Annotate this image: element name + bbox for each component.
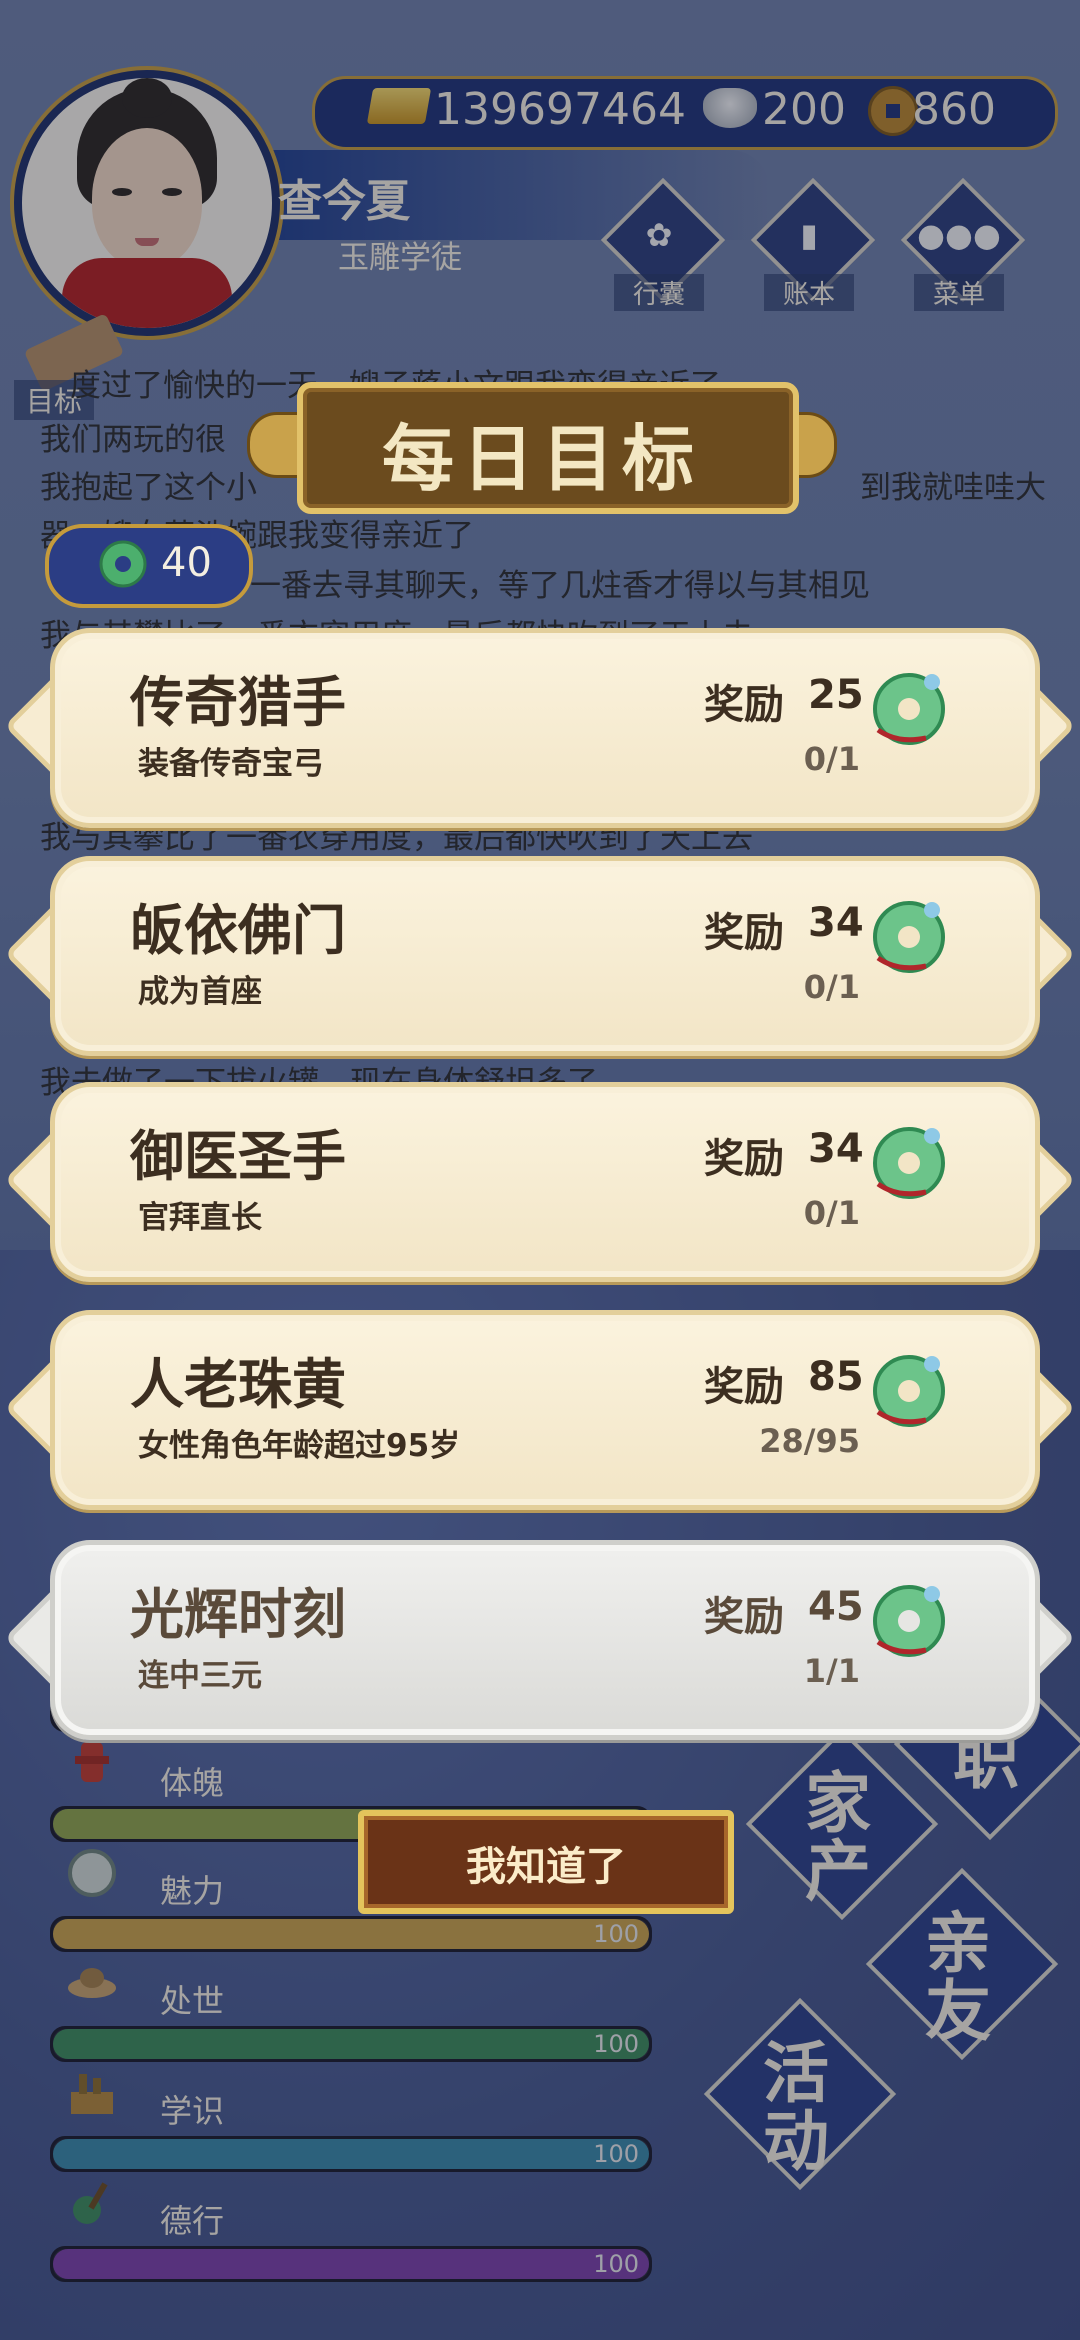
task-card[interactable]: 皈依佛门 成为首座 奖励 34 0/1 bbox=[4, 856, 1076, 1056]
jade-icon bbox=[873, 673, 945, 745]
reward-value: 34 bbox=[808, 1126, 864, 1172]
task-title: 光辉时刻 bbox=[130, 1583, 346, 1646]
task-progress: 0/1 bbox=[803, 1194, 860, 1232]
task-description: 连中三元 bbox=[138, 1658, 262, 1694]
task-progress: 28/95 bbox=[759, 1422, 860, 1460]
jade-icon bbox=[873, 1585, 945, 1657]
task-progress: 0/1 bbox=[803, 968, 860, 1006]
task-progress: 1/1 bbox=[803, 1652, 860, 1690]
reward-label: 奖励 bbox=[704, 1364, 784, 1410]
reward-value: 25 bbox=[808, 672, 864, 718]
reward-label: 奖励 bbox=[704, 1136, 784, 1182]
confirm-label: 我知道了 bbox=[466, 1844, 626, 1890]
jade-icon bbox=[873, 901, 945, 973]
task-description: 女性角色年龄超过95岁 bbox=[138, 1428, 461, 1464]
points-badge: 40 bbox=[45, 524, 253, 608]
dialog-title: 每日目标 bbox=[381, 417, 702, 501]
reward-value: 85 bbox=[808, 1354, 864, 1400]
jade-icon bbox=[99, 540, 147, 588]
task-title: 御医圣手 bbox=[130, 1125, 346, 1188]
task-card[interactable]: 传奇猎手 装备传奇宝弓 奖励 25 0/1 bbox=[4, 628, 1076, 828]
reward-label: 奖励 bbox=[704, 910, 784, 956]
task-title: 人老珠黄 bbox=[130, 1353, 346, 1416]
task-description: 官拜直长 bbox=[138, 1200, 262, 1236]
task-progress: 0/1 bbox=[803, 740, 860, 778]
task-card-completed[interactable]: 光辉时刻 连中三元 奖励 45 1/1 bbox=[4, 1540, 1076, 1740]
confirm-button[interactable]: 我知道了 bbox=[358, 1810, 734, 1914]
reward-label: 奖励 bbox=[704, 682, 784, 728]
reward-value: 34 bbox=[808, 900, 864, 946]
daily-goals-banner: 每日目标 bbox=[247, 382, 837, 514]
reward-value: 45 bbox=[808, 1584, 864, 1630]
jade-icon bbox=[873, 1127, 945, 1199]
reward-label: 奖励 bbox=[704, 1594, 784, 1640]
task-title: 皈依佛门 bbox=[130, 899, 346, 962]
task-description: 装备传奇宝弓 bbox=[138, 746, 324, 782]
task-card[interactable]: 人老珠黄 女性角色年龄超过95岁 奖励 85 28/95 bbox=[4, 1310, 1076, 1510]
task-title: 传奇猎手 bbox=[130, 671, 346, 734]
jade-icon bbox=[873, 1355, 945, 1427]
task-description: 成为首座 bbox=[138, 974, 262, 1010]
task-card[interactable]: 御医圣手 官拜直长 奖励 34 0/1 bbox=[4, 1082, 1076, 1282]
points-value: 40 bbox=[161, 540, 212, 586]
